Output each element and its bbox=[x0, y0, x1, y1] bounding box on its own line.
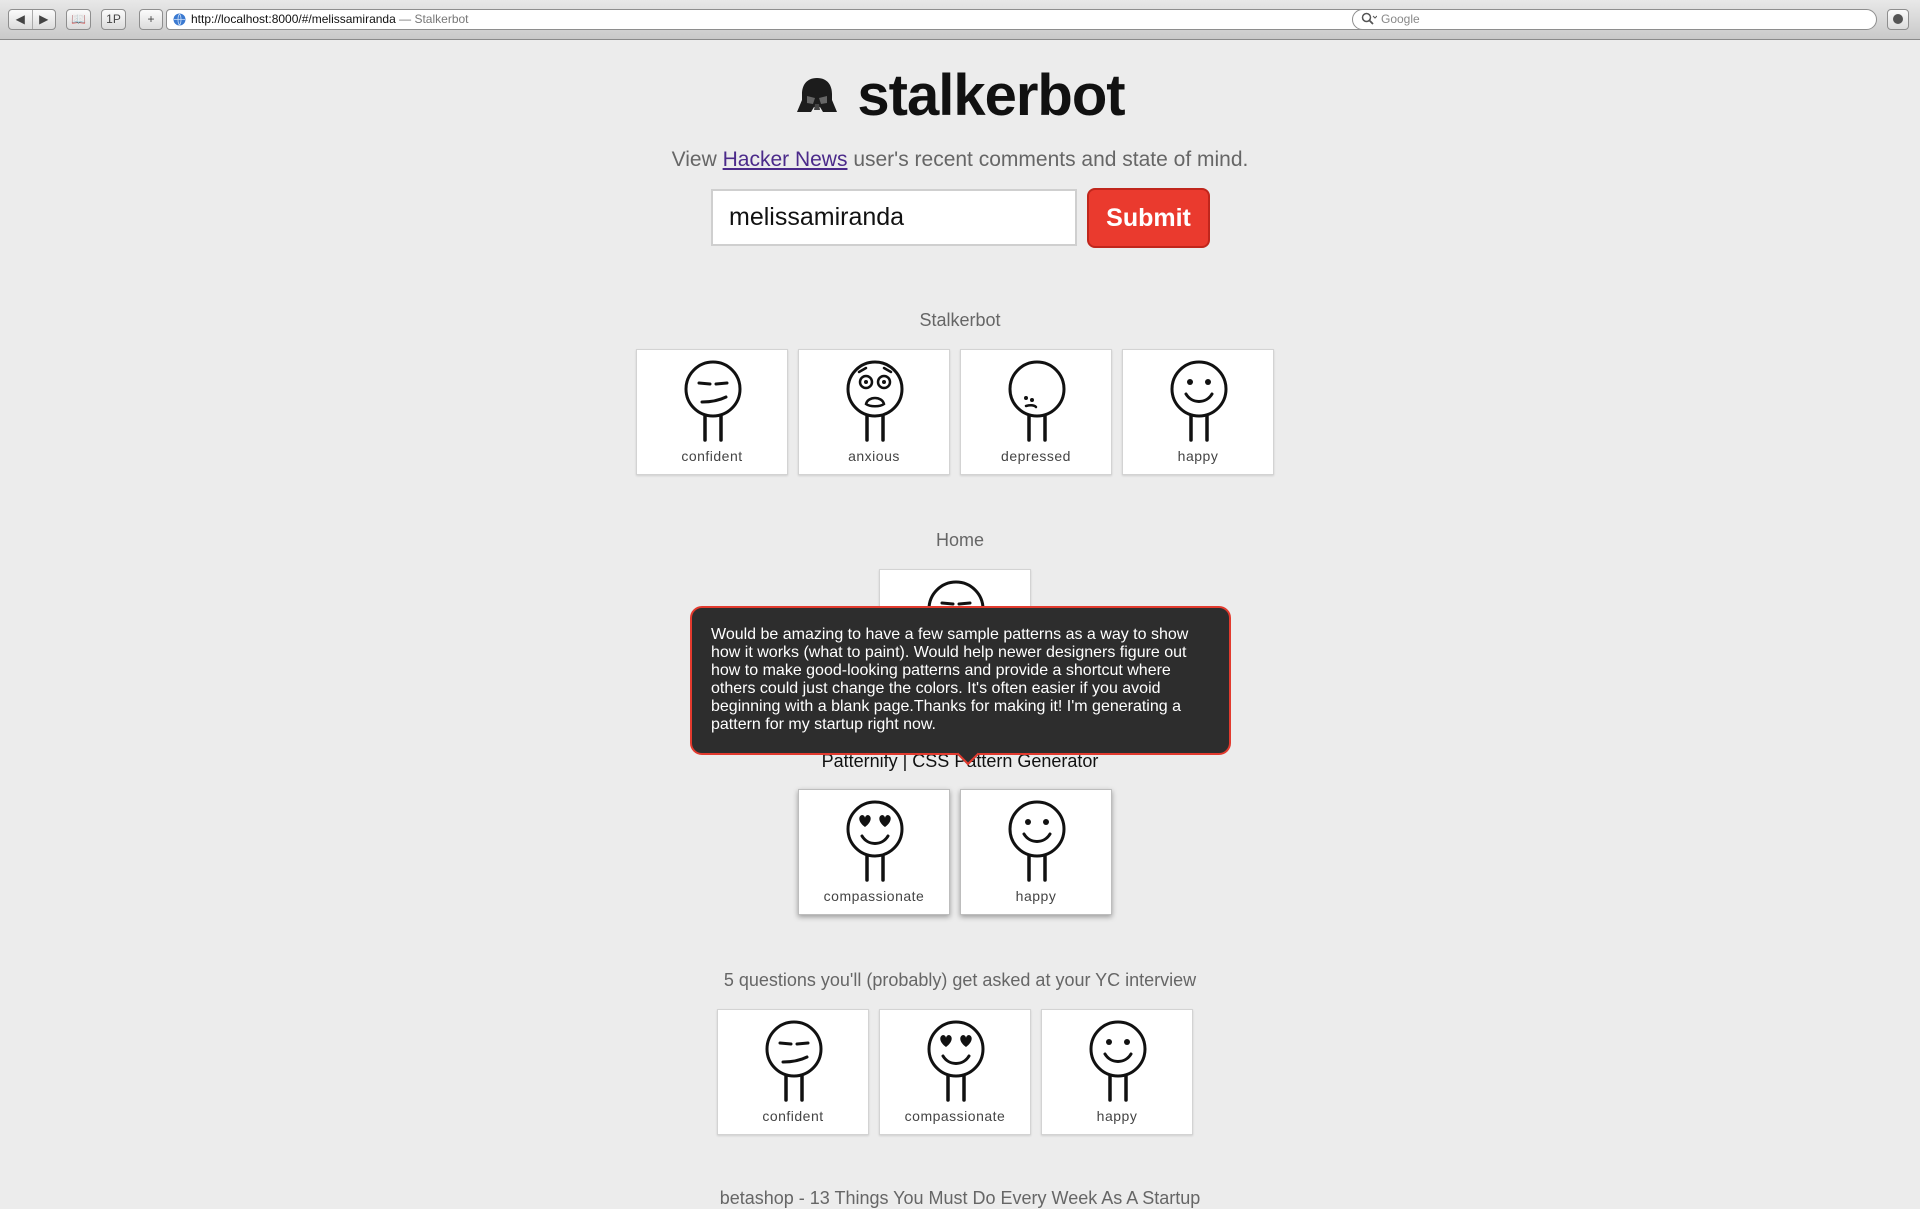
darth-vader-helmet-icon bbox=[797, 77, 838, 112]
page-title-separator: — bbox=[399, 12, 415, 26]
mood-label: confident bbox=[681, 448, 743, 464]
mood-label: happy bbox=[1177, 448, 1219, 464]
add-tab-button[interactable]: + bbox=[139, 9, 163, 30]
mood-label: anxious bbox=[848, 448, 900, 464]
section-title: betashop - 13 Things You Must Do Every W… bbox=[719, 1188, 1201, 1208]
site-header: stalkerbot bbox=[0, 62, 1920, 129]
anxious-face-icon bbox=[846, 360, 904, 442]
section-title: 5 questions you'll (probably) get asked … bbox=[723, 970, 1197, 990]
mood-card[interactable]: happy bbox=[1122, 349, 1274, 475]
mood-card[interactable]: happy bbox=[1041, 1009, 1193, 1135]
address-bar[interactable]: http://localhost:8000/#/melissamiranda —… bbox=[166, 9, 1375, 30]
mood-card-row: confident anxious depressed happy bbox=[636, 349, 1274, 475]
compassionate-face-icon bbox=[846, 800, 904, 882]
mood-label: happy bbox=[1015, 888, 1057, 904]
mood-label: depressed bbox=[1001, 448, 1071, 464]
mood-card[interactable]: compassionate bbox=[798, 789, 950, 915]
forward-arrow-icon[interactable]: ▶ bbox=[31, 10, 56, 29]
tagline-prefix: View bbox=[671, 148, 717, 171]
logo: stalkerbot bbox=[795, 62, 1126, 129]
mood-card[interactable]: depressed bbox=[960, 349, 1112, 475]
globe-icon bbox=[173, 13, 186, 26]
logo-text: stalkerbot bbox=[857, 63, 1125, 128]
section-title: Stalkerbot bbox=[919, 310, 1001, 330]
downloads-icon[interactable] bbox=[1887, 9, 1909, 30]
mood-card[interactable]: anxious bbox=[798, 349, 950, 475]
submit-button[interactable]: Submit bbox=[1087, 188, 1210, 248]
onepassword-button[interactable]: 1P bbox=[101, 9, 126, 30]
compassionate-face-icon bbox=[927, 1020, 985, 1102]
happy-face-icon bbox=[1008, 800, 1066, 882]
hacker-news-link[interactable]: Hacker News bbox=[723, 148, 848, 171]
section-title: Home bbox=[935, 530, 984, 550]
happy-face-icon bbox=[1089, 1020, 1147, 1102]
username-input[interactable] bbox=[711, 189, 1077, 246]
search-input[interactable]: Google bbox=[1352, 9, 1877, 30]
mood-card[interactable]: confident bbox=[636, 349, 788, 475]
url-text: http://localhost:8000/#/melissamiranda bbox=[191, 12, 396, 26]
mood-card[interactable]: happy bbox=[960, 789, 1112, 915]
mood-card-row: confident compassionate happy bbox=[717, 1009, 1193, 1135]
browser-toolbar: ◀ ▶ 📖 1P + http://localhost:8000/#/melis… bbox=[0, 0, 1920, 40]
mood-label: compassionate bbox=[904, 1108, 1006, 1124]
mood-card-row: compassionate happy bbox=[798, 789, 1112, 915]
back-arrow-icon[interactable]: ◀ bbox=[9, 10, 32, 29]
mood-card[interactable]: compassionate bbox=[879, 1009, 1031, 1135]
search-placeholder: Google bbox=[1381, 12, 1420, 26]
bookmarks-icon[interactable]: 📖 bbox=[66, 9, 91, 30]
tagline: View Hacker News user's recent comments … bbox=[0, 148, 1920, 172]
back-forward-buttons[interactable]: ◀ ▶ bbox=[8, 9, 56, 30]
confident-face-icon bbox=[684, 360, 742, 442]
username-form: Submit bbox=[711, 188, 1210, 249]
tagline-suffix: user's recent comments and state of mind… bbox=[853, 148, 1249, 171]
mood-card[interactable]: confident bbox=[717, 1009, 869, 1135]
page-title: Stalkerbot bbox=[414, 12, 469, 26]
comment-tooltip: Would be amazing to have a few sample pa… bbox=[690, 606, 1231, 755]
mood-label: compassionate bbox=[823, 888, 925, 904]
search-icon bbox=[1361, 12, 1377, 25]
mood-label: confident bbox=[762, 1108, 824, 1124]
mood-label: happy bbox=[1096, 1108, 1138, 1124]
confident-face-icon bbox=[765, 1020, 823, 1102]
depressed-face-icon bbox=[1008, 360, 1066, 442]
happy-face-icon bbox=[1170, 360, 1228, 442]
